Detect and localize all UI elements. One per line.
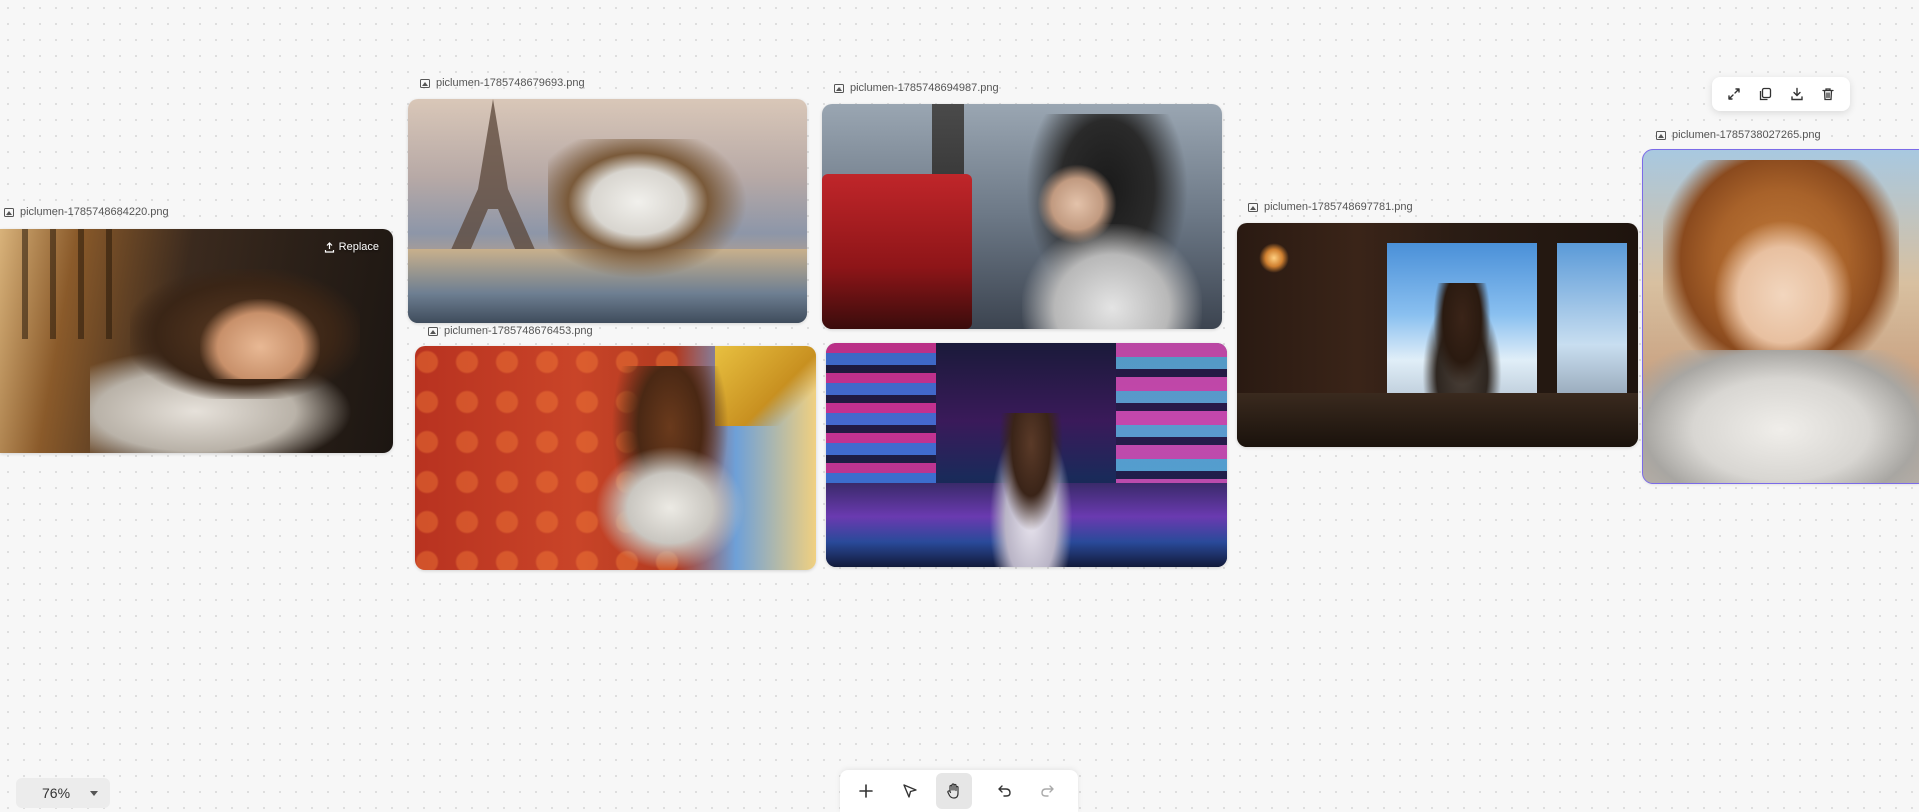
image-neon-city-girl[interactable]	[826, 343, 1227, 567]
node-action-toolbar	[1712, 77, 1850, 111]
select-pointer-icon	[903, 784, 917, 798]
hand-tool-button[interactable]	[936, 773, 972, 809]
canvas-toolbar	[840, 770, 1078, 812]
chevron-down-icon	[90, 791, 98, 796]
download-icon[interactable]	[1786, 83, 1808, 105]
image-file-icon	[1656, 130, 1666, 140]
image-file-icon	[428, 326, 438, 336]
trash-icon[interactable]	[1817, 83, 1839, 105]
zoom-value: 76%	[42, 785, 71, 801]
select-tool-button[interactable]	[892, 773, 928, 809]
image-file-icon	[834, 83, 844, 93]
image-sleeping-girl[interactable]: Replace	[0, 229, 393, 453]
node-label: piclumen-1785748676453.png	[428, 325, 593, 337]
image-file-icon	[4, 207, 14, 217]
image-london-girl[interactable]	[822, 104, 1222, 329]
plus-icon	[859, 784, 873, 798]
redo-button[interactable]	[1030, 773, 1066, 809]
node-label: piclumen-1785748697781.png	[1248, 201, 1413, 213]
node-label: piclumen-1785748684220.png	[4, 206, 169, 218]
redo-icon	[1041, 785, 1054, 797]
image-redwall-girl[interactable]	[415, 346, 816, 570]
upload-icon	[324, 241, 334, 253]
image-file-icon	[420, 78, 430, 88]
undo-button[interactable]	[986, 773, 1022, 809]
image-eiffel-girl[interactable]	[408, 99, 807, 323]
undo-icon	[998, 785, 1011, 797]
node-label: piclumen-1785748679693.png	[420, 77, 585, 89]
expand-icon[interactable]	[1723, 83, 1745, 105]
add-button[interactable]	[848, 773, 884, 809]
image-file-icon	[1248, 202, 1258, 212]
image-portrait-girl[interactable]	[1642, 149, 1919, 484]
duplicate-icon[interactable]	[1754, 83, 1776, 105]
image-cafe-girl[interactable]	[1237, 223, 1638, 447]
node-label: piclumen-1785748694987.png	[834, 82, 999, 94]
node-label: piclumen-1785738027265.png	[1656, 129, 1821, 141]
replace-button[interactable]: Replace	[324, 241, 379, 253]
hand-pan-icon	[947, 783, 959, 799]
zoom-dropdown[interactable]: 76%	[16, 778, 110, 808]
